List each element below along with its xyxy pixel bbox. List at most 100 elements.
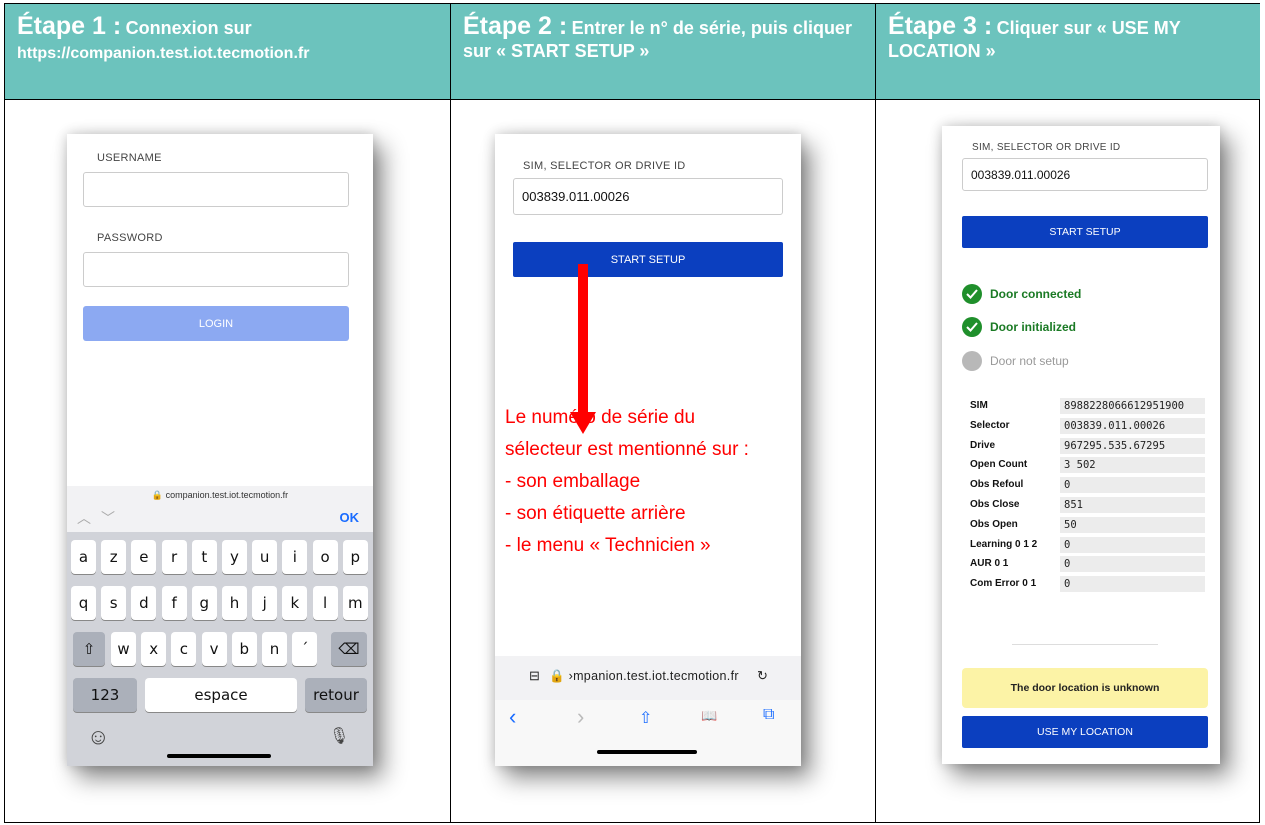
key-z[interactable]: z: [101, 540, 127, 574]
browser-toolbar: ‹ › ⇧ 📖 ⧉: [495, 700, 801, 766]
key-k[interactable]: k: [282, 586, 308, 620]
ok-button[interactable]: OK: [340, 510, 360, 525]
divider: [1012, 644, 1158, 645]
id-field-label: SIM, SELECTOR OR DRIVE ID: [523, 160, 686, 172]
phone-screenshot-login: USERNAME PASSWORD LOGIN 🔒 companion.test…: [67, 134, 373, 766]
id-input[interactable]: 003839.011.00026: [962, 158, 1208, 191]
detail-value: 50: [1060, 516, 1205, 533]
emoji-icon[interactable]: ☺: [87, 724, 109, 750]
detail-key: AUR 0 1: [970, 558, 1009, 570]
key-j[interactable]: j: [252, 586, 278, 620]
backspace-key[interactable]: ⌫: [331, 632, 367, 666]
key-f[interactable]: f: [161, 586, 187, 620]
password-input[interactable]: [83, 252, 349, 287]
key-t[interactable]: t: [191, 540, 217, 574]
column-step-1: USERNAME PASSWORD LOGIN 🔒 companion.test…: [5, 100, 451, 822]
key-c[interactable]: c: [171, 632, 197, 666]
keyboard-toolbar: ︿ ﹀ OK: [67, 504, 373, 532]
return-key[interactable]: retour: [305, 678, 367, 712]
note-line: - son emballage: [505, 471, 641, 492]
reload-icon[interactable]: ↻: [757, 668, 768, 684]
tabs-icon[interactable]: ⊟: [529, 668, 540, 684]
tabs-overview-icon[interactable]: ⧉: [763, 706, 774, 724]
pending-icon: [962, 351, 982, 371]
shift-key[interactable]: ⇧: [73, 632, 105, 666]
note-line: Le numéro de série du: [505, 407, 696, 428]
key-r[interactable]: r: [161, 540, 187, 574]
microphone-icon[interactable]: 🎙: [329, 726, 349, 746]
nav-up-icon[interactable]: ︿: [77, 508, 91, 528]
key-e[interactable]: e: [131, 540, 157, 574]
status-door-not-setup: Door not setup: [962, 351, 1069, 371]
step-3-title: Étape 3 :: [888, 12, 993, 40]
note-line: sélecteur est mentionné sur :: [505, 439, 749, 460]
column-step-2: SIM, SELECTOR OR DRIVE ID 003839.011.000…: [451, 100, 876, 822]
home-indicator: [597, 750, 697, 754]
browser-url[interactable]: 🔒 ›mpanion.test.iot.tecmotion.fr: [549, 669, 739, 684]
key-g[interactable]: g: [191, 586, 217, 620]
key-m[interactable]: m: [342, 586, 368, 620]
key-l[interactable]: l: [312, 586, 338, 620]
password-label: PASSWORD: [97, 232, 163, 244]
key-i[interactable]: i: [282, 540, 308, 574]
key-a[interactable]: a: [71, 540, 96, 574]
detail-value: 851: [1060, 497, 1205, 513]
key-u[interactable]: u: [252, 540, 278, 574]
numbers-key[interactable]: 123: [73, 678, 137, 712]
red-arrow: [578, 264, 588, 414]
status-door-connected: Door connected: [962, 284, 1081, 304]
detail-value: 0: [1060, 576, 1205, 593]
detail-value: 003839.011.00026: [1060, 417, 1205, 434]
key-x[interactable]: x: [141, 632, 167, 666]
detail-value: 0: [1060, 477, 1205, 494]
header-step-3: Étape 3 : Cliquer sur « USE MY LOCATION …: [876, 4, 1260, 100]
key-v[interactable]: v: [201, 632, 227, 666]
key-h[interactable]: h: [222, 586, 247, 620]
bookmarks-icon[interactable]: 📖: [701, 708, 717, 724]
detail-value: 0: [1060, 536, 1205, 553]
back-icon[interactable]: ‹: [509, 704, 516, 730]
nav-down-icon[interactable]: ﹀: [101, 508, 115, 528]
login-button[interactable]: LOGIN: [83, 306, 349, 341]
key-s[interactable]: s: [101, 586, 127, 620]
location-warning: The door location is unknown: [962, 668, 1208, 708]
start-setup-button[interactable]: START SETUP: [962, 216, 1208, 248]
share-icon[interactable]: ⇧: [639, 708, 652, 728]
key-n[interactable]: n: [262, 632, 287, 666]
detail-key: SIM: [970, 400, 988, 411]
browser-url-bar[interactable]: 🔒 companion.test.iot.tecmotion.fr: [67, 486, 373, 504]
start-setup-button[interactable]: START SETUP: [513, 242, 783, 277]
key-p[interactable]: p: [342, 540, 368, 574]
status-label: Door not setup: [990, 354, 1069, 368]
step-1-title: Étape 1 :: [17, 12, 122, 40]
detail-key: Obs Refoul: [970, 479, 1024, 491]
key-q[interactable]: q: [71, 586, 96, 620]
detail-key: Selector: [970, 419, 1010, 431]
detail-key: Drive: [970, 439, 996, 451]
key-b[interactable]: b: [231, 632, 257, 666]
detail-key: Com Error 0 1: [970, 578, 1037, 590]
check-icon: [962, 317, 982, 337]
id-input[interactable]: 003839.011.00026: [513, 178, 783, 215]
key-w[interactable]: w: [111, 632, 136, 666]
home-indicator: [167, 754, 271, 758]
detail-value: 3 502: [1060, 457, 1205, 474]
detail-value: 8988228066612951900: [1060, 398, 1205, 414]
forward-icon[interactable]: ›: [577, 704, 584, 730]
column-step-3: SIM, SELECTOR OR DRIVE ID 003839.011.000…: [876, 100, 1261, 822]
space-key[interactable]: espace: [145, 678, 297, 712]
use-my-location-button[interactable]: USE MY LOCATION: [962, 716, 1208, 748]
detail-key: Obs Open: [970, 518, 1018, 530]
serial-number-note: Le numéro de série du sélecteur est ment…: [505, 402, 749, 562]
id-field-label: SIM, SELECTOR OR DRIVE ID: [972, 142, 1121, 153]
header-step-2: Étape 2 : Entrer le n° de série, puis cl…: [451, 4, 876, 100]
key-d[interactable]: d: [131, 586, 157, 620]
instructions-table: Étape 1 : Connexion sur https://companio…: [4, 3, 1260, 823]
key-o[interactable]: o: [312, 540, 338, 574]
note-line: - son étiquette arrière: [505, 503, 686, 524]
step-1-url: https://companion.test.iot.tecmotion.fr: [17, 45, 310, 62]
key-accent[interactable]: ´: [292, 632, 318, 666]
key-y[interactable]: y: [222, 540, 247, 574]
username-input[interactable]: [83, 172, 349, 207]
step-2-title: Étape 2 :: [463, 12, 568, 40]
